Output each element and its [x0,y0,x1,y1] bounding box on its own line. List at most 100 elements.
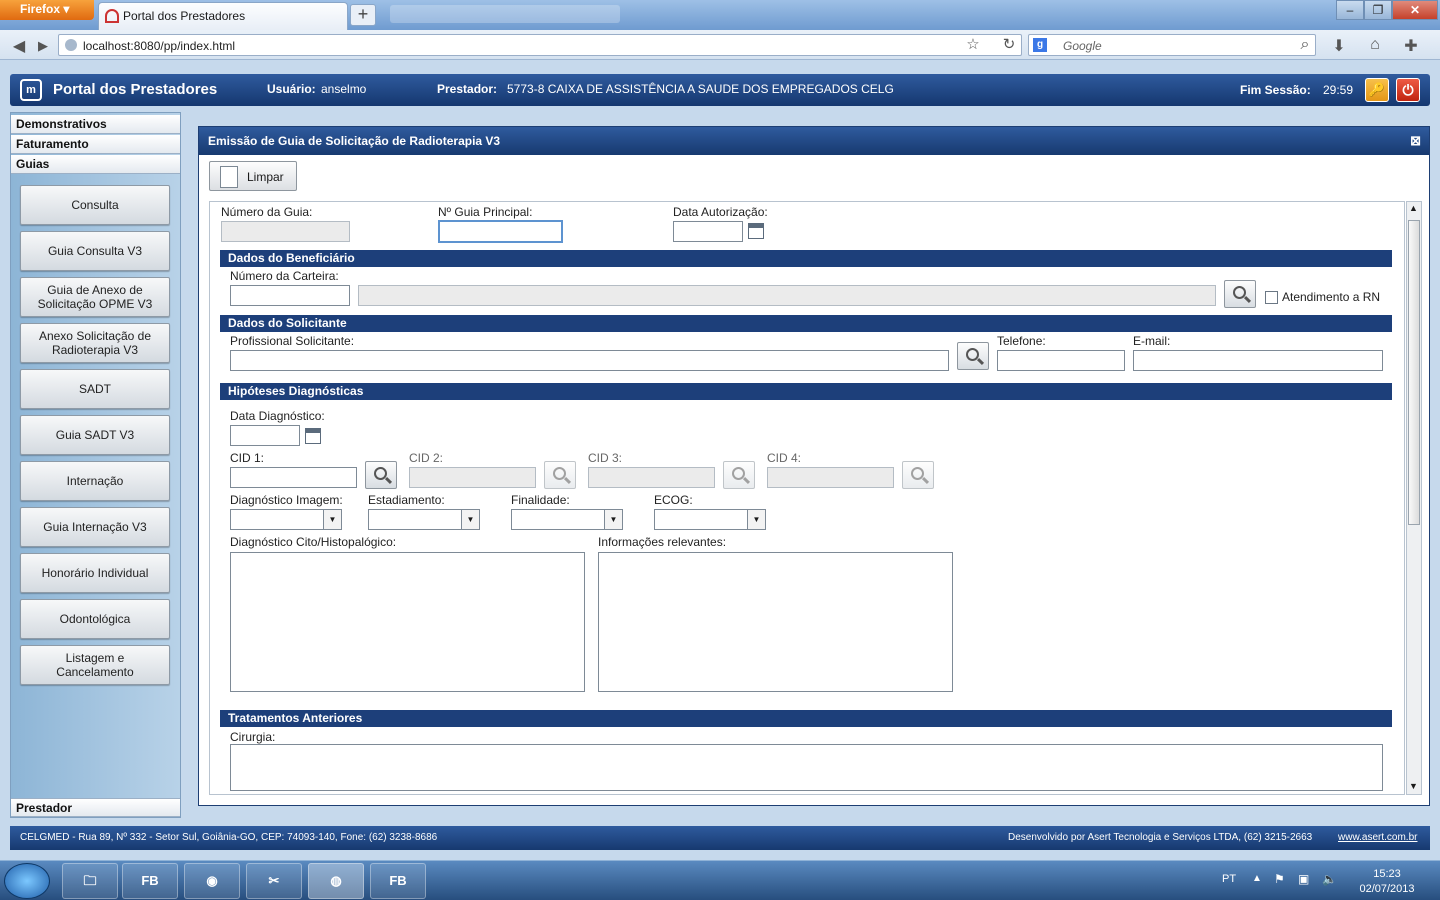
app-footer: CELGMED - Rua 89, Nº 332 - Setor Sul, Go… [10,826,1430,850]
reload-icon[interactable]: ↻ [998,35,1020,53]
search-cid4-button [902,461,934,489]
background-tab[interactable] [390,5,620,23]
tray-expand-icon[interactable]: ▲ [1252,873,1262,884]
language-indicator[interactable]: PT [1222,873,1236,885]
sidebar-item-odontologica[interactable]: Odontológica [20,599,170,639]
tools-icon[interactable]: ✂ [246,863,302,899]
action-center-flag-icon[interactable]: ⚑ [1274,872,1285,886]
sidebar-item-guia-sadt-v3[interactable]: Guia SADT V3 [20,415,170,455]
sidebar-item-consulta[interactable]: Consulta [20,185,170,225]
provider-value: 5773-8 CAIXA DE ASSISTÊNCIA A SAUDE DOS … [507,82,894,96]
cid4-label: CID 4: [767,451,802,465]
finalidade-select[interactable]: ▼ [511,509,623,530]
clear-button[interactable]: Limpar [209,161,297,191]
diagnostico-imagem-label: Diagnóstico Imagem: [230,493,343,507]
browser-tab[interactable]: Portal dos Prestadores [98,2,348,30]
addons-icon[interactable]: ✚ [1400,36,1422,56]
site-favicon-icon [105,9,119,23]
taskbar-clock[interactable]: 15:23 02/07/2013 [1352,867,1422,897]
search-cid1-button[interactable] [365,461,397,489]
calendar-icon[interactable] [748,223,764,239]
atendimento-rn-checkbox[interactable] [1265,291,1278,304]
telefone-label: Telefone: [997,334,1046,348]
cid1-field[interactable] [230,467,357,488]
sidebar-item-anexo-opme-v3[interactable]: Guia de Anexo de Solicitação OPME V3 [20,277,170,317]
firefox-icon[interactable]: ◍ [308,863,364,899]
search-input[interactable]: g Google [1028,34,1316,56]
estadiamento-label: Estadiamento: [368,493,445,507]
data-diagnostico-field[interactable] [230,425,300,446]
info-relevantes-textarea[interactable] [598,552,953,692]
explorer-folder-icon[interactable]: 🗀 [62,863,118,899]
diagnostico-imagem-select[interactable]: ▼ [230,509,342,530]
sidebar-section-demonstrativos[interactable]: Demonstrativos [11,115,180,134]
portal-logo-icon: m [20,79,42,101]
search-beneficiario-button[interactable] [1224,280,1256,308]
search-magnifier-icon[interactable]: ⌕ [1294,36,1316,54]
change-password-key-icon[interactable]: 🔑 [1365,78,1389,102]
browser-titlebar: Firefox ▾ Portal dos Prestadores + ‒ ❐ ✕ [0,0,1440,30]
url-text: localhost:8080/pp/index.html [83,39,236,53]
telefone-field[interactable] [997,350,1125,371]
sidebar-section-faturamento[interactable]: Faturamento [11,135,180,154]
cid4-field [767,467,894,488]
new-tab-button[interactable]: + [350,4,376,26]
panel-title-bar: Emissão de Guia de Solicitação de Radiot… [199,127,1429,155]
sidebar-section-prestador[interactable]: Prestador [11,798,180,817]
email-field[interactable] [1133,350,1383,371]
profissional-field[interactable] [230,350,949,371]
scrollbar-thumb[interactable] [1408,220,1420,525]
calendar-icon[interactable] [305,428,321,444]
section-hipoteses: Hipóteses Diagnósticas [220,383,1392,400]
logout-power-icon[interactable]: ⏻ [1396,78,1420,102]
bookmark-star-icon[interactable]: ☆ [962,35,984,53]
numero-carteira-field[interactable] [230,285,350,306]
panel-close-icon[interactable]: ⊠ [1410,133,1421,149]
chevron-down-icon: ▼ [747,510,765,529]
profissional-label: Profissional Solicitante: [230,334,355,348]
volume-icon[interactable]: 🔈 [1322,872,1337,886]
taskbar-app-fb-2[interactable]: FB [370,863,426,899]
sidebar-section-guias[interactable]: Guias [11,155,180,174]
scroll-up-icon[interactable]: ▲ [1409,203,1418,213]
sidebar-item-internacao[interactable]: Internação [20,461,170,501]
sidebar-item-sadt[interactable]: SADT [20,369,170,409]
diag-cito-textarea[interactable] [230,552,585,692]
start-button[interactable] [4,863,50,899]
chrome-icon[interactable]: ◉ [184,863,240,899]
cid3-label: CID 3: [588,451,623,465]
guia-principal-label: Nº Guia Principal: [438,205,533,219]
url-bar[interactable]: localhost:8080/pp/index.html [58,34,1022,56]
user-label: Usuário: [267,82,316,96]
estadiamento-select[interactable]: ▼ [368,509,480,530]
network-icon[interactable]: ▣ [1298,872,1309,886]
home-icon[interactable]: ⌂ [1364,36,1386,54]
forward-icon[interactable]: ▶ [32,38,54,54]
scroll-down-icon[interactable]: ▼ [1409,781,1418,791]
atendimento-rn-label: Atendimento a RN [1282,290,1381,304]
sidebar-item-anexo-radioterapia-v3[interactable]: Anexo Solicitação de Radioterapia V3 [20,323,170,363]
back-icon[interactable]: ◀ [8,36,30,56]
sidebar-item-honorario-individual[interactable]: Honorário Individual [20,553,170,593]
app-header: m Portal dos Prestadores Usuário: anselm… [10,74,1430,106]
sidebar-item-guia-internacao-v3[interactable]: Guia Internação V3 [20,507,170,547]
sidebar-item-guia-consulta-v3[interactable]: Guia Consulta V3 [20,231,170,271]
sidebar-item-listagem-cancelamento[interactable]: Listagem e Cancelamento [20,645,170,685]
search-profissional-button[interactable] [957,342,989,370]
user-value: anselmo [321,82,367,96]
footer-link[interactable]: www.asert.com.br [1338,832,1417,843]
data-autorizacao-field[interactable] [673,221,743,242]
ecog-select[interactable]: ▼ [654,509,766,530]
taskbar-app-fb[interactable]: FB [122,863,178,899]
guia-principal-field[interactable] [438,220,563,243]
data-diagnostico-label: Data Diagnóstico: [230,409,325,423]
form-scrollbar[interactable]: ▲ ▼ [1406,201,1422,795]
section-tratamentos: Tratamentos Anteriores [220,710,1392,727]
downloads-icon[interactable]: ⬇ [1328,36,1350,56]
cirurgia-textarea[interactable] [230,744,1383,791]
maximize-button[interactable]: ❐ [1364,0,1392,20]
window-close-button[interactable]: ✕ [1392,0,1438,20]
firefox-menu-button[interactable]: Firefox ▾ [0,0,94,20]
session-label: Fim Sessão: [1240,83,1311,97]
minimize-button[interactable]: ‒ [1336,0,1364,20]
